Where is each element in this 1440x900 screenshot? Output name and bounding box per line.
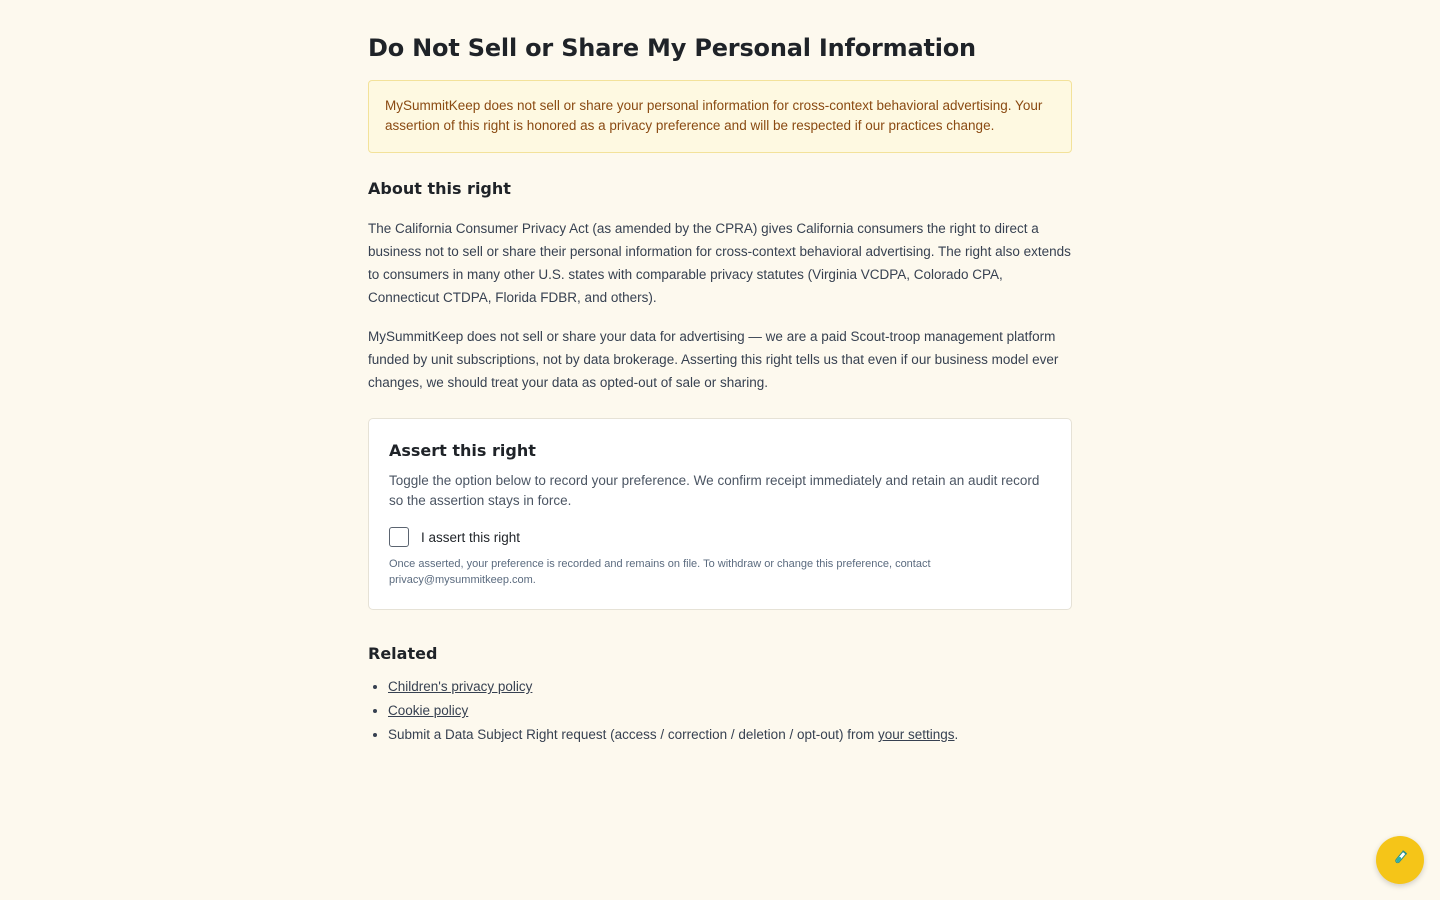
- page-title: Do Not Sell or Share My Personal Informa…: [368, 34, 976, 62]
- assert-right-checkbox[interactable]: [389, 527, 409, 547]
- related-list: Children's privacy policy Cookie policy …: [368, 675, 1072, 747]
- childrens-privacy-link[interactable]: Children's privacy policy: [388, 679, 532, 694]
- assert-description: Toggle the option below to record your p…: [389, 473, 1040, 508]
- status-notice: MySummitKeep does not sell or share your…: [368, 80, 1072, 153]
- assert-checkbox-label[interactable]: I assert this right: [421, 530, 520, 545]
- your-settings-link[interactable]: your settings: [878, 727, 955, 742]
- dsr-text-prefix: Submit a Data Subject Right request (acc…: [388, 727, 878, 742]
- about-heading: About this right: [368, 179, 511, 198]
- related-heading: Related: [368, 644, 438, 663]
- assert-right-card: Assert this right Toggle the option belo…: [368, 418, 1072, 610]
- list-item: Submit a Data Subject Right request (acc…: [388, 723, 1072, 747]
- floating-action-button[interactable]: [1376, 836, 1424, 884]
- assert-heading: Assert this right: [389, 441, 536, 460]
- assert-fine-print: Once asserted, your preference is record…: [389, 558, 931, 586]
- page-root: Do Not Sell or Share My Personal Informa…: [0, 0, 1440, 900]
- dsr-text-suffix: .: [954, 727, 959, 742]
- notice-text: MySummitKeep does not sell or share your…: [385, 98, 1043, 133]
- list-item: Cookie policy: [388, 699, 1072, 723]
- test-tube-icon: [1391, 849, 1409, 872]
- about-paragraph-2: MySummitKeep does not sell or share your…: [368, 329, 1059, 390]
- list-item: Children's privacy policy: [388, 675, 1072, 699]
- about-paragraph-1: The California Consumer Privacy Act (as …: [368, 221, 1071, 305]
- assert-checkbox-row[interactable]: I assert this right: [389, 527, 1051, 547]
- cookie-policy-link[interactable]: Cookie policy: [388, 703, 468, 718]
- main-content: Do Not Sell or Share My Personal Informa…: [368, 30, 1072, 747]
